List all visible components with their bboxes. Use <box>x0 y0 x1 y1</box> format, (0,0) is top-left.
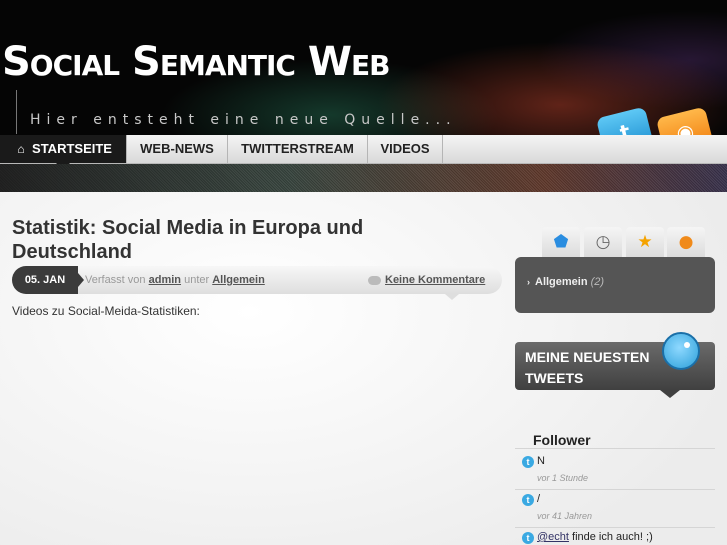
post-excerpt: Videos zu Social-Meida-Statistiken: <box>12 304 200 318</box>
tweets-heading: Meine neuesten Tweets <box>525 349 650 386</box>
tweet-text: N <box>537 455 545 467</box>
comments-label: Keine Kommentare <box>385 274 486 286</box>
meta-prefix: Verfasst von <box>85 274 146 286</box>
tweet-text: / <box>537 493 541 505</box>
header-band <box>0 164 727 192</box>
nav-item-startseite[interactable]: ⌂ Startseite <box>0 135 127 163</box>
twitter-icon[interactable]: t <box>595 106 655 135</box>
header-divider <box>16 90 17 134</box>
tweet-time[interactable]: vor 41 Jahren <box>537 511 592 521</box>
comments-link[interactable]: Keine Kommentare <box>368 266 485 294</box>
category-count: (2) <box>590 276 605 288</box>
divider <box>515 448 715 449</box>
tweet-text-body: finde ich auch! ;) <box>568 531 653 543</box>
tweet-text: @echt finde ich auch! ;) <box>537 531 653 543</box>
sidebar-item-allgemein[interactable]: › Allgemein (2) <box>527 276 604 288</box>
divider <box>515 489 715 490</box>
twitter-bird-icon <box>662 332 700 370</box>
chevron-right-icon: › <box>527 277 530 287</box>
date-badge-arrow <box>78 273 84 287</box>
category-link[interactable]: Allgemein <box>212 274 265 286</box>
star-icon[interactable]: ★ <box>626 227 664 257</box>
rss-icon[interactable]: ◉ <box>655 106 715 135</box>
clock-icon[interactable]: ◷ <box>584 227 622 257</box>
tweets-banner-notch <box>660 390 680 398</box>
site-header: Social Semantic Web Hier entsteht eine n… <box>0 0 727 135</box>
nav-item-twitterstream[interactable]: Twitterstream <box>228 135 368 163</box>
tweet-bird-icon: t <box>522 532 534 544</box>
site-tagline: Hier entsteht eine neue Quelle... <box>30 112 457 128</box>
main-content: Statistik: Social Media in Europa und De… <box>0 192 727 545</box>
author-link[interactable]: admin <box>149 274 181 286</box>
sidebar-item-label: Allgemein <box>535 276 588 288</box>
meta-bar-notch <box>445 294 459 300</box>
tweet-bird-icon: t <box>522 456 534 468</box>
main-navigation: ⌂ Startseite Web-News Twitterstream Video… <box>0 135 727 164</box>
divider <box>515 527 715 528</box>
tweet-mention-link[interactable]: @echt <box>537 531 569 543</box>
speech-bubble-icon[interactable]: ● <box>667 227 705 257</box>
site-title[interactable]: Social Semantic Web <box>2 38 390 86</box>
post-meta: Verfasst von admin unter Allgemein <box>85 266 265 294</box>
nav-item-web-news[interactable]: Web-News <box>127 135 228 163</box>
nav-item-videos[interactable]: Videos <box>368 135 443 163</box>
tweet-time[interactable]: vor 1 Stunde <box>537 473 588 483</box>
tweet-bird-icon: t <box>522 494 534 506</box>
follower-heading: Follower <box>533 432 591 448</box>
nav-item-label: Startseite <box>32 141 112 156</box>
post-title[interactable]: Statistik: Social Media in Europa und De… <box>12 216 402 264</box>
post-date-badge: 05. JAN <box>12 266 78 294</box>
meta-middle: unter <box>184 274 210 286</box>
tag-icon[interactable]: ⬟ <box>542 227 580 257</box>
home-icon: ⌂ <box>17 142 25 156</box>
